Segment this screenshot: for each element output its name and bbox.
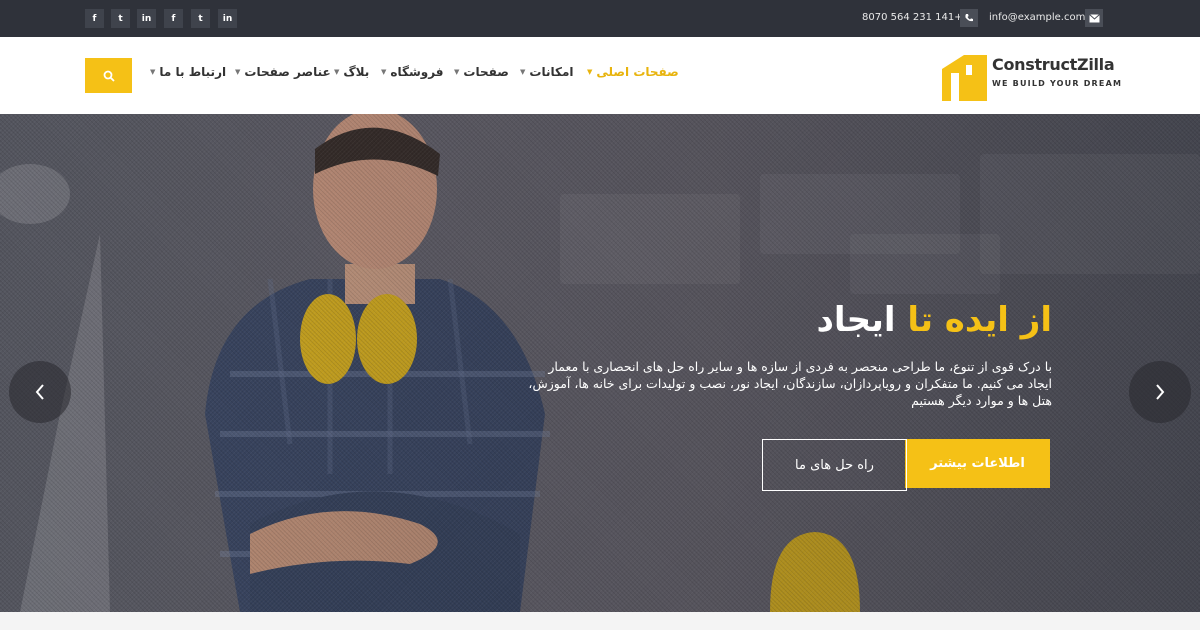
nav-item-contact[interactable]: ارتباط با ما ▼ <box>150 65 226 79</box>
logo-tagline: WE BUILD YOUR DREAM <box>992 79 1123 88</box>
chevron-down-icon: ▼ <box>334 68 340 76</box>
email-link[interactable]: info@example.com <box>989 12 1085 23</box>
nav-item-blog[interactable]: بلاگ ▼ <box>334 65 369 79</box>
chevron-down-icon: ▼ <box>381 68 387 76</box>
more-info-button[interactable]: اطلاعات بیشتر <box>905 439 1050 488</box>
hero-title-highlight: از ایده تا <box>907 300 1052 340</box>
site-logo[interactable]: ConstructZilla WE BUILD YOUR DREAM <box>942 51 1127 103</box>
chevron-down-icon: ▼ <box>587 68 593 76</box>
phone-icon <box>960 9 978 27</box>
slider-next-button[interactable] <box>1129 361 1191 423</box>
nav-label: بلاگ <box>343 65 370 79</box>
nav-label: فروشگاه <box>390 65 444 79</box>
linkedin-icon[interactable]: in <box>137 9 156 28</box>
nav-item-shop[interactable]: فروشگاه ▼ <box>381 65 444 79</box>
section-divider <box>0 612 1200 630</box>
nav-label: امکانات <box>529 65 574 79</box>
logo-brand: ConstructZilla <box>992 55 1115 74</box>
twitter-icon[interactable]: t <box>191 9 210 28</box>
chevron-down-icon: ▼ <box>150 68 156 76</box>
phone-number: 8070 564 231 141+ <box>862 12 963 23</box>
nav-item-home[interactable]: صفحات اصلی ▼ <box>587 65 679 79</box>
top-bar: f t in f t in 8070 564 231 141+ info@exa… <box>0 0 1200 37</box>
slider-prev-button[interactable] <box>9 361 71 423</box>
search-icon <box>103 70 115 82</box>
envelope-icon <box>1085 9 1103 27</box>
chevron-down-icon: ▼ <box>235 68 241 76</box>
search-button[interactable] <box>85 58 132 93</box>
logo-building-icon <box>942 55 987 101</box>
facebook-icon[interactable]: f <box>85 9 104 28</box>
hero-title: از ایده تا ایجاد <box>816 300 1052 340</box>
chevron-down-icon: ▼ <box>520 68 526 76</box>
nav-label: ارتباط با ما <box>159 65 227 79</box>
chevron-right-icon <box>1156 384 1165 400</box>
nav-label: صفحات اصلی <box>596 65 679 79</box>
main-header: ارتباط با ما ▼ عناصر صفحات ▼ بلاگ ▼ فروشگاه… <box>0 37 1200 114</box>
our-solutions-button[interactable]: راه حل های ما <box>762 439 907 491</box>
facebook-icon[interactable]: f <box>164 9 183 28</box>
nav-label: عناصر صفحات <box>244 65 331 79</box>
nav-label: صفحات <box>463 65 509 79</box>
chevron-down-icon: ▼ <box>454 68 460 76</box>
nav-item-features[interactable]: امکانات ▼ <box>520 65 574 79</box>
chevron-left-icon <box>35 384 44 400</box>
hero-slider: از ایده تا ایجاد با درک قوی از تنوع، ما … <box>0 114 1200 612</box>
twitter-icon[interactable]: t <box>111 9 130 28</box>
nav-item-elements[interactable]: عناصر صفحات ▼ <box>235 65 331 79</box>
nav-item-pages[interactable]: صفحات ▼ <box>454 65 509 79</box>
linkedin-icon[interactable]: in <box>218 9 237 28</box>
hero-description: با درک قوی از تنوع، ما طراحی منحصر به فر… <box>528 359 1052 408</box>
hero-title-rest: ایجاد <box>816 300 896 340</box>
